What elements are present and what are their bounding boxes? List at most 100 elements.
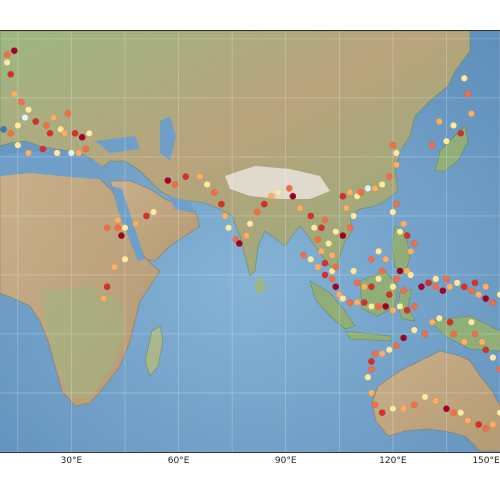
station-point[interactable]: [389, 208, 397, 216]
station-point[interactable]: [450, 409, 457, 417]
station-point[interactable]: [218, 200, 225, 208]
station-point[interactable]: [457, 409, 465, 417]
station-point[interactable]: [393, 275, 400, 283]
station-point[interactable]: [396, 228, 404, 236]
station-point[interactable]: [21, 114, 29, 121]
station-point[interactable]: [368, 303, 375, 310]
station-point[interactable]: [321, 271, 329, 279]
station-point[interactable]: [446, 283, 454, 291]
station-point[interactable]: [396, 267, 404, 275]
station-point[interactable]: [403, 306, 411, 314]
station-point[interactable]: [275, 188, 282, 196]
station-point[interactable]: [14, 141, 22, 149]
station-point[interactable]: [357, 188, 365, 196]
station-point[interactable]: [475, 291, 482, 299]
map-panel[interactable]: [0, 30, 500, 453]
station-point[interactable]: [428, 141, 436, 149]
station-point[interactable]: [321, 259, 329, 267]
station-point[interactable]: [346, 188, 354, 196]
station-point[interactable]: [489, 354, 497, 361]
station-point[interactable]: [318, 247, 325, 255]
station-point[interactable]: [360, 283, 368, 291]
station-point[interactable]: [375, 247, 382, 255]
station-point[interactable]: [457, 129, 465, 137]
station-point[interactable]: [378, 181, 386, 188]
station-point[interactable]: [371, 184, 379, 192]
station-point[interactable]: [460, 338, 468, 346]
station-point[interactable]: [171, 181, 179, 188]
station-point[interactable]: [393, 149, 400, 157]
station-point[interactable]: [196, 173, 204, 180]
station-point[interactable]: [360, 299, 368, 306]
station-point[interactable]: [428, 318, 436, 326]
station-point[interactable]: [389, 141, 397, 149]
station-point[interactable]: [314, 263, 322, 271]
station-point[interactable]: [368, 283, 375, 291]
station-point[interactable]: [25, 149, 32, 157]
station-point[interactable]: [407, 247, 415, 255]
station-point[interactable]: [221, 212, 229, 220]
station-point[interactable]: [389, 306, 397, 314]
station-point[interactable]: [453, 279, 461, 287]
station-point[interactable]: [393, 161, 400, 169]
station-point[interactable]: [150, 208, 157, 216]
station-point[interactable]: [425, 279, 432, 287]
station-point[interactable]: [325, 240, 332, 247]
station-point[interactable]: [364, 184, 372, 192]
station-point[interactable]: [7, 129, 15, 137]
station-point[interactable]: [121, 255, 129, 263]
station-point[interactable]: [75, 149, 82, 157]
station-point[interactable]: [482, 283, 490, 291]
station-point[interactable]: [482, 346, 490, 354]
station-point[interactable]: [400, 405, 407, 413]
station-point[interactable]: [464, 90, 472, 98]
station-point[interactable]: [400, 220, 407, 228]
station-point[interactable]: [121, 224, 129, 232]
station-point[interactable]: [260, 200, 268, 208]
station-point[interactable]: [418, 283, 425, 291]
station-point[interactable]: [385, 291, 393, 299]
station-point[interactable]: [182, 173, 190, 180]
station-point[interactable]: [210, 188, 218, 196]
station-point[interactable]: [378, 350, 386, 358]
station-point[interactable]: [443, 275, 450, 283]
station-point[interactable]: [32, 118, 40, 125]
station-point[interactable]: [489, 299, 497, 306]
station-point[interactable]: [350, 212, 357, 220]
station-point[interactable]: [300, 251, 307, 259]
station-point[interactable]: [393, 200, 400, 208]
station-point[interactable]: [332, 263, 340, 271]
station-point[interactable]: [10, 47, 18, 55]
station-point[interactable]: [364, 373, 372, 381]
station-point[interactable]: [410, 303, 418, 310]
station-point[interactable]: [393, 342, 400, 350]
station-point[interactable]: [307, 212, 315, 220]
station-point[interactable]: [3, 59, 11, 66]
station-point[interactable]: [10, 90, 18, 98]
station-point[interactable]: [339, 192, 347, 200]
station-point[interactable]: [339, 232, 347, 239]
station-point[interactable]: [225, 224, 232, 232]
station-point[interactable]: [132, 220, 140, 228]
station-point[interactable]: [432, 283, 440, 291]
station-point[interactable]: [368, 365, 375, 373]
station-point[interactable]: [25, 106, 32, 114]
station-point[interactable]: [396, 303, 404, 310]
station-point[interactable]: [103, 224, 111, 232]
station-point[interactable]: [407, 271, 415, 279]
station-point[interactable]: [164, 177, 172, 184]
station-point[interactable]: [0, 125, 7, 133]
station-point[interactable]: [14, 122, 22, 129]
station-point[interactable]: [375, 303, 382, 310]
station-point[interactable]: [3, 51, 11, 59]
station-point[interactable]: [410, 326, 418, 334]
station-point[interactable]: [378, 409, 386, 417]
station-point[interactable]: [450, 122, 457, 129]
station-point[interactable]: [368, 358, 375, 365]
station-point[interactable]: [339, 295, 347, 302]
station-point[interactable]: [400, 287, 407, 295]
station-point[interactable]: [332, 283, 340, 291]
station-point[interactable]: [482, 295, 490, 302]
station-point[interactable]: [350, 267, 357, 275]
station-point[interactable]: [410, 240, 418, 247]
